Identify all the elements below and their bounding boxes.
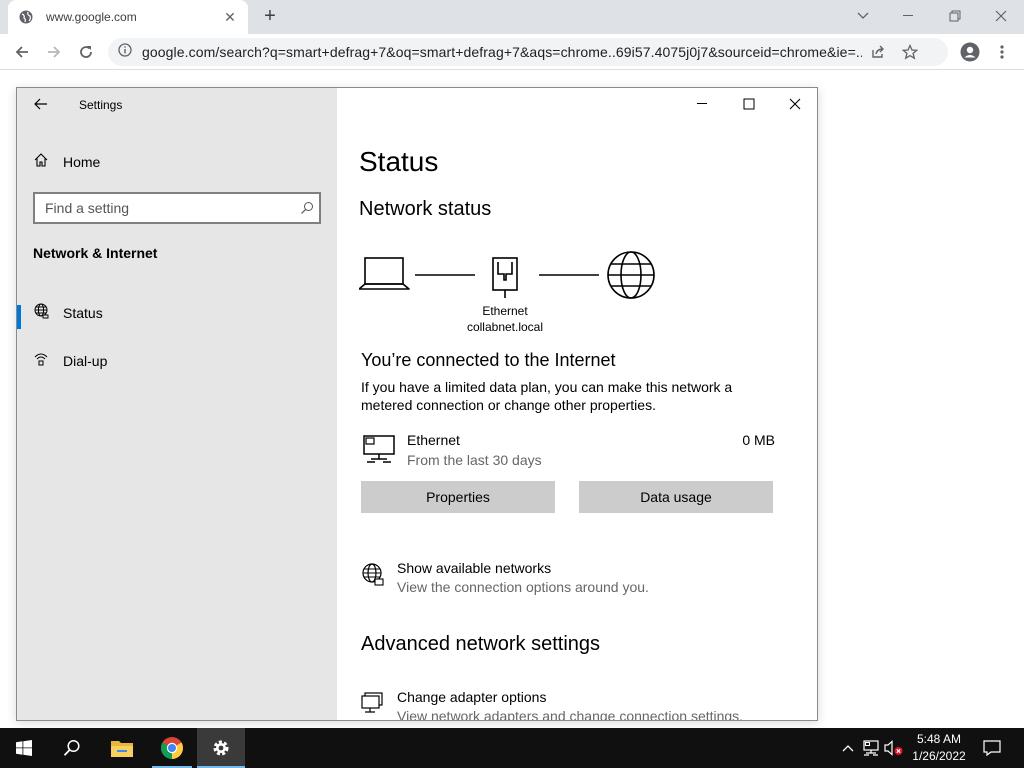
browser-close-button[interactable]: [987, 4, 1015, 28]
globe-icon: [33, 303, 49, 324]
sidebar-section-title: Network & Internet: [33, 245, 158, 261]
minimize-button[interactable]: [680, 88, 726, 120]
ethernet-usage-row: Ethernet From the last 30 days 0 MB: [361, 430, 775, 470]
settings-search-box[interactable]: [33, 192, 321, 224]
taskbar-clock[interactable]: 5:48 AM 1/26/2022: [906, 731, 972, 765]
show-networks-link[interactable]: Show available networks View the connect…: [361, 560, 781, 600]
settings-gear-icon[interactable]: [197, 728, 245, 768]
browser-menu-icon[interactable]: [990, 40, 1014, 64]
volume-muted-icon[interactable]: [884, 738, 904, 758]
clock-date: 1/26/2022: [912, 749, 966, 763]
ethernet-data-usage: 0 MB: [742, 432, 775, 448]
globe-favicon-icon: [18, 9, 34, 25]
sidebar-item-label: Home: [63, 154, 101, 170]
globe-network-icon: [361, 562, 385, 586]
share-icon[interactable]: [868, 42, 888, 62]
ethernet-name: Ethernet: [407, 432, 460, 448]
browser-tab[interactable]: www.google.com ✕: [8, 0, 248, 34]
start-windows-icon[interactable]: [0, 728, 48, 768]
tab-close-icon[interactable]: ✕: [222, 9, 238, 26]
sidebar-item-status[interactable]: Status: [17, 295, 337, 331]
ethernet-period: From the last 30 days: [407, 452, 542, 468]
settings-window: Settings Home Network & Internet Status: [16, 87, 818, 721]
change-adapter-options-link[interactable]: Change adapter options View network adap…: [361, 689, 781, 721]
tab-title: www.google.com: [46, 10, 137, 24]
sidebar-item-label: Status: [63, 305, 103, 321]
search-icon[interactable]: [48, 728, 96, 768]
action-center-notification-icon[interactable]: [982, 738, 1002, 758]
sidebar-item-home[interactable]: Home: [33, 150, 100, 174]
properties-button[interactable]: Properties: [361, 481, 555, 513]
link-title: Change adapter options: [397, 689, 547, 705]
settings-content: Status Network status Ethernet collabnet…: [337, 88, 817, 720]
back-arrow-icon[interactable]: [10, 40, 34, 64]
window-title: Settings: [79, 98, 123, 112]
back-arrow-icon[interactable]: [31, 94, 51, 114]
network-adapter-icon: [361, 691, 385, 715]
browser-toolbar: google.com/search?q=smart+defrag+7&oq=sm…: [0, 34, 1024, 70]
connection-description: If you have a limited data plan, you can…: [361, 379, 733, 413]
file-explorer-icon[interactable]: [98, 728, 146, 768]
laptop-icon: [359, 257, 410, 290]
internet-globe-icon: [607, 251, 655, 299]
diagram-network-label: collabnet.local: [466, 320, 544, 334]
find-setting-input[interactable]: [45, 200, 295, 216]
browser-restore-button[interactable]: [941, 4, 969, 28]
network-tray-icon[interactable]: [861, 738, 881, 758]
close-button[interactable]: [772, 88, 817, 120]
connection-status-heading: You’re connected to the Internet: [361, 350, 616, 370]
link-subtitle: View network adapters and change connect…: [397, 708, 744, 721]
show-hidden-icons-chevron-icon[interactable]: [838, 738, 858, 758]
sidebar-item-dial-up[interactable]: Dial-up: [17, 343, 337, 379]
ethernet-adapter-icon: [361, 432, 397, 464]
address-bar[interactable]: google.com/search?q=smart+defrag+7&oq=sm…: [108, 38, 948, 66]
advanced-settings-heading: Advanced network settings: [361, 633, 601, 655]
new-tab-button[interactable]: +: [258, 5, 282, 29]
network-diagram: Ethernet collabnet.local: [359, 248, 659, 338]
diagram-adapter-label: Ethernet: [482, 304, 528, 318]
network-status-heading: Network status: [359, 198, 492, 220]
chrome-icon[interactable]: [148, 728, 196, 768]
clock-time: 5:48 AM: [916, 732, 962, 746]
browser-tabstrip: www.google.com ✕ +: [0, 0, 1024, 34]
home-icon: [33, 152, 49, 173]
sidebar-item-label: Dial-up: [63, 353, 108, 369]
settings-sidebar: Settings Home Network & Internet Status: [17, 88, 337, 720]
reload-icon[interactable]: [74, 40, 98, 64]
profile-avatar-icon[interactable]: [958, 40, 982, 64]
ethernet-port-icon: [492, 257, 518, 298]
site-info-icon[interactable]: [118, 42, 132, 62]
forward-arrow-icon[interactable]: [42, 40, 66, 64]
bookmark-star-icon[interactable]: [900, 42, 920, 62]
url-text: google.com/search?q=smart+defrag+7&oq=sm…: [142, 44, 862, 60]
page-title: Status: [359, 146, 439, 177]
link-subtitle: View the connection options around you.: [397, 579, 649, 595]
browser-minimize-button[interactable]: [895, 4, 923, 28]
tab-search-icon[interactable]: [849, 4, 877, 28]
link-title: Show available networks: [397, 560, 552, 576]
maximize-button[interactable]: [726, 88, 772, 120]
data-usage-button[interactable]: Data usage: [579, 481, 773, 513]
search-icon[interactable]: [295, 196, 319, 220]
dialup-icon: [33, 351, 49, 372]
taskbar: 5:48 AM 1/26/2022: [0, 728, 1024, 768]
